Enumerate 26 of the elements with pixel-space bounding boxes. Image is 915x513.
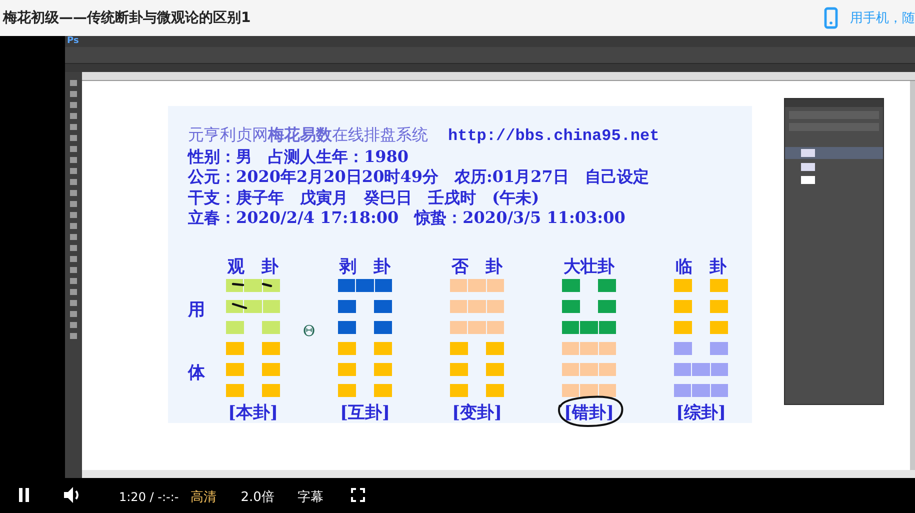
hexagram-name: 观 卦 [228, 256, 278, 278]
side-label: 体 [188, 362, 206, 384]
speed-button[interactable]: 2.0倍 [240, 488, 274, 506]
hexagram-name: 剥 卦 [340, 256, 390, 278]
side-label: 用 [188, 300, 206, 320]
info-line: 性别：男 占测人生年：1980 [188, 146, 410, 167]
hexagram-label: [本卦] [228, 402, 278, 424]
subtitles-button[interactable]: 字幕 [297, 488, 324, 506]
info-line: 立春：2020/2/4 17:18:00 惊蛰：2020/3/5 11:03:00 [188, 208, 626, 228]
hexagram-label: [错卦] [564, 400, 614, 424]
site-link[interactable]: http://bbs.china95.net [448, 127, 660, 145]
phone-icon [824, 7, 838, 29]
site-name: 元亨利贞网梅花易数在线排盘系统 [188, 125, 428, 144]
info-line: 干支：庚子年 戊寅月 癸巳日 壬戌时 (午未) [188, 188, 540, 208]
hexagram-name: 大壮卦 [564, 256, 614, 278]
time-display: 1:20 / -:-:- [119, 490, 179, 504]
hexagram-name: 否 卦 [452, 256, 502, 278]
hexagram-label: [互卦] [340, 402, 390, 424]
app-logo: Ps [67, 37, 79, 46]
video-title: 梅花初级——传统断卦与微观论的区别1 [3, 9, 251, 27]
quality-button[interactable]: 高清 [190, 488, 217, 506]
hexagram-label: [综卦] [676, 402, 726, 424]
info-line: 公元：2020年2月20日20时49分 农历:01月27日 自己设定 [188, 167, 650, 188]
hexagram-name: 临 卦 [676, 256, 726, 278]
hexagram-label: [变卦] [452, 402, 502, 424]
operator-symbol: Θ [302, 320, 316, 342]
